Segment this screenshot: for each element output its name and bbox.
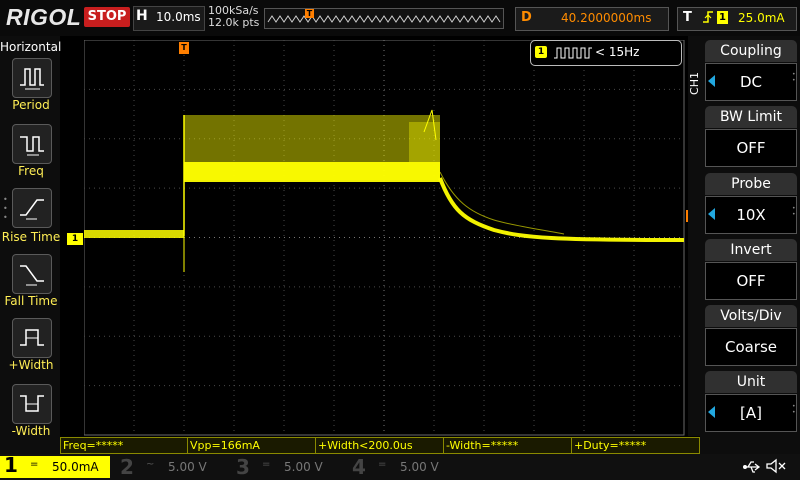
trigger-letter: T [683,10,692,25]
rising-edge-icon [702,9,714,29]
volts-div-title: Volts/Div [705,305,797,327]
measurement-pos-duty[interactable]: +Duty=***** [571,437,700,454]
neg-width-button[interactable] [12,384,52,424]
channel-menu-label: CH1 [688,72,701,95]
memory-trigger-marker: T [305,9,314,18]
ch1-offset-marker[interactable]: 1 [67,233,83,245]
memory-depth: 12.0k pts [208,16,260,29]
rise-time-icon [20,199,44,220]
coupling-menu-item[interactable]: Coupling DC [705,40,797,102]
frequency-counter-channel: 1 [535,46,547,58]
speaker-muted-icon[interactable] [764,456,788,476]
neg-width-label: -Width [11,424,51,438]
cycle-arrow-icon [708,75,715,87]
measurement-vpp[interactable]: Vpp=166mA [187,437,316,454]
frequency-counter-value: < 15Hz [595,45,640,59]
volts-div-value: Coarse [705,328,797,366]
ch4-coupling-icon: = [378,459,387,470]
ch3-scale: 5.00 V [284,460,323,474]
pos-width-label: +Width [8,358,54,372]
memory-waveform-preview [267,15,501,23]
pulse-train-icon [554,47,592,59]
brand-logo: RIGOL [6,4,82,30]
measurement-neg-width[interactable]: -Width=***** [443,437,572,454]
probe-title: Probe [705,173,797,195]
unit-title: Unit [705,371,797,393]
trigger-position-marker[interactable]: T [179,42,189,54]
memory-overview-bar [264,8,504,29]
invert-title: Invert [705,239,797,261]
usb-icon [743,461,761,473]
bw-limit-value: OFF [705,129,797,167]
fall-time-label: Fall Time [4,294,58,308]
ch1-coupling-icon: = [30,459,39,470]
waveform-display[interactable] [84,40,685,436]
period-label: Period [12,98,50,112]
freq-icon [20,136,44,156]
pos-width-icon [20,329,44,346]
ch2-coupling-icon: ~ [146,459,155,470]
menu-page-dots: • • • [3,195,8,222]
fall-time-button[interactable] [12,254,52,294]
trigger-source-badge: 1 [717,11,728,24]
measurement-pos-width[interactable]: +Width<200.0us [315,437,444,454]
unit-menu-item[interactable]: Unit [A] [705,371,797,433]
menu-page-dots: • • [792,205,796,218]
ch2-scale: 5.00 V [168,460,207,474]
pos-width-button[interactable] [12,318,52,358]
invert-menu-item[interactable]: Invert OFF [705,239,797,301]
coupling-value: DC [705,63,797,101]
period-icon [20,68,44,90]
ch3-number: 3 [236,455,250,479]
ch4-scale: 5.00 V [400,460,439,474]
ch1-scale: 50.0mA [52,460,99,474]
rise-time-button[interactable] [12,188,52,228]
timebase-value: 10.0ms [156,10,201,24]
freq-button[interactable] [12,124,52,164]
period-button[interactable] [12,58,52,98]
ch3-coupling-icon: = [262,459,271,470]
run-stop-button[interactable]: STOP [84,7,130,27]
delay-letter: D [521,10,532,25]
unit-value: [A] [705,394,797,432]
ch4-number: 4 [352,455,366,479]
left-menu-title: Horizontal [0,40,62,54]
cycle-arrow-icon [708,406,715,418]
bw-limit-menu-item[interactable]: BW Limit OFF [705,106,797,168]
delay-value: 40.2000000ms [561,11,652,25]
rise-time-label: Rise Time [1,230,61,244]
ch1-number: 1 [4,453,18,477]
menu-page-dots: • • [792,403,796,416]
measurement-freq[interactable]: Freq=***** [60,437,189,454]
fall-time-icon [20,265,44,286]
probe-menu-item[interactable]: Probe 10X [705,173,797,235]
volts-div-menu-item[interactable]: Volts/Div Coarse [705,305,797,367]
bw-limit-title: BW Limit [705,106,797,128]
cycle-arrow-icon [708,208,715,220]
invert-value: OFF [705,262,797,300]
trigger-level-value: 25.0mA [738,11,785,25]
neg-width-icon [20,395,44,412]
ch2-number: 2 [120,455,134,479]
coupling-title: Coupling [705,40,797,62]
freq-label: Freq [18,164,44,178]
timebase-letter: H [136,8,148,24]
probe-value: 10X [705,196,797,234]
menu-page-dots: • • [792,71,796,84]
